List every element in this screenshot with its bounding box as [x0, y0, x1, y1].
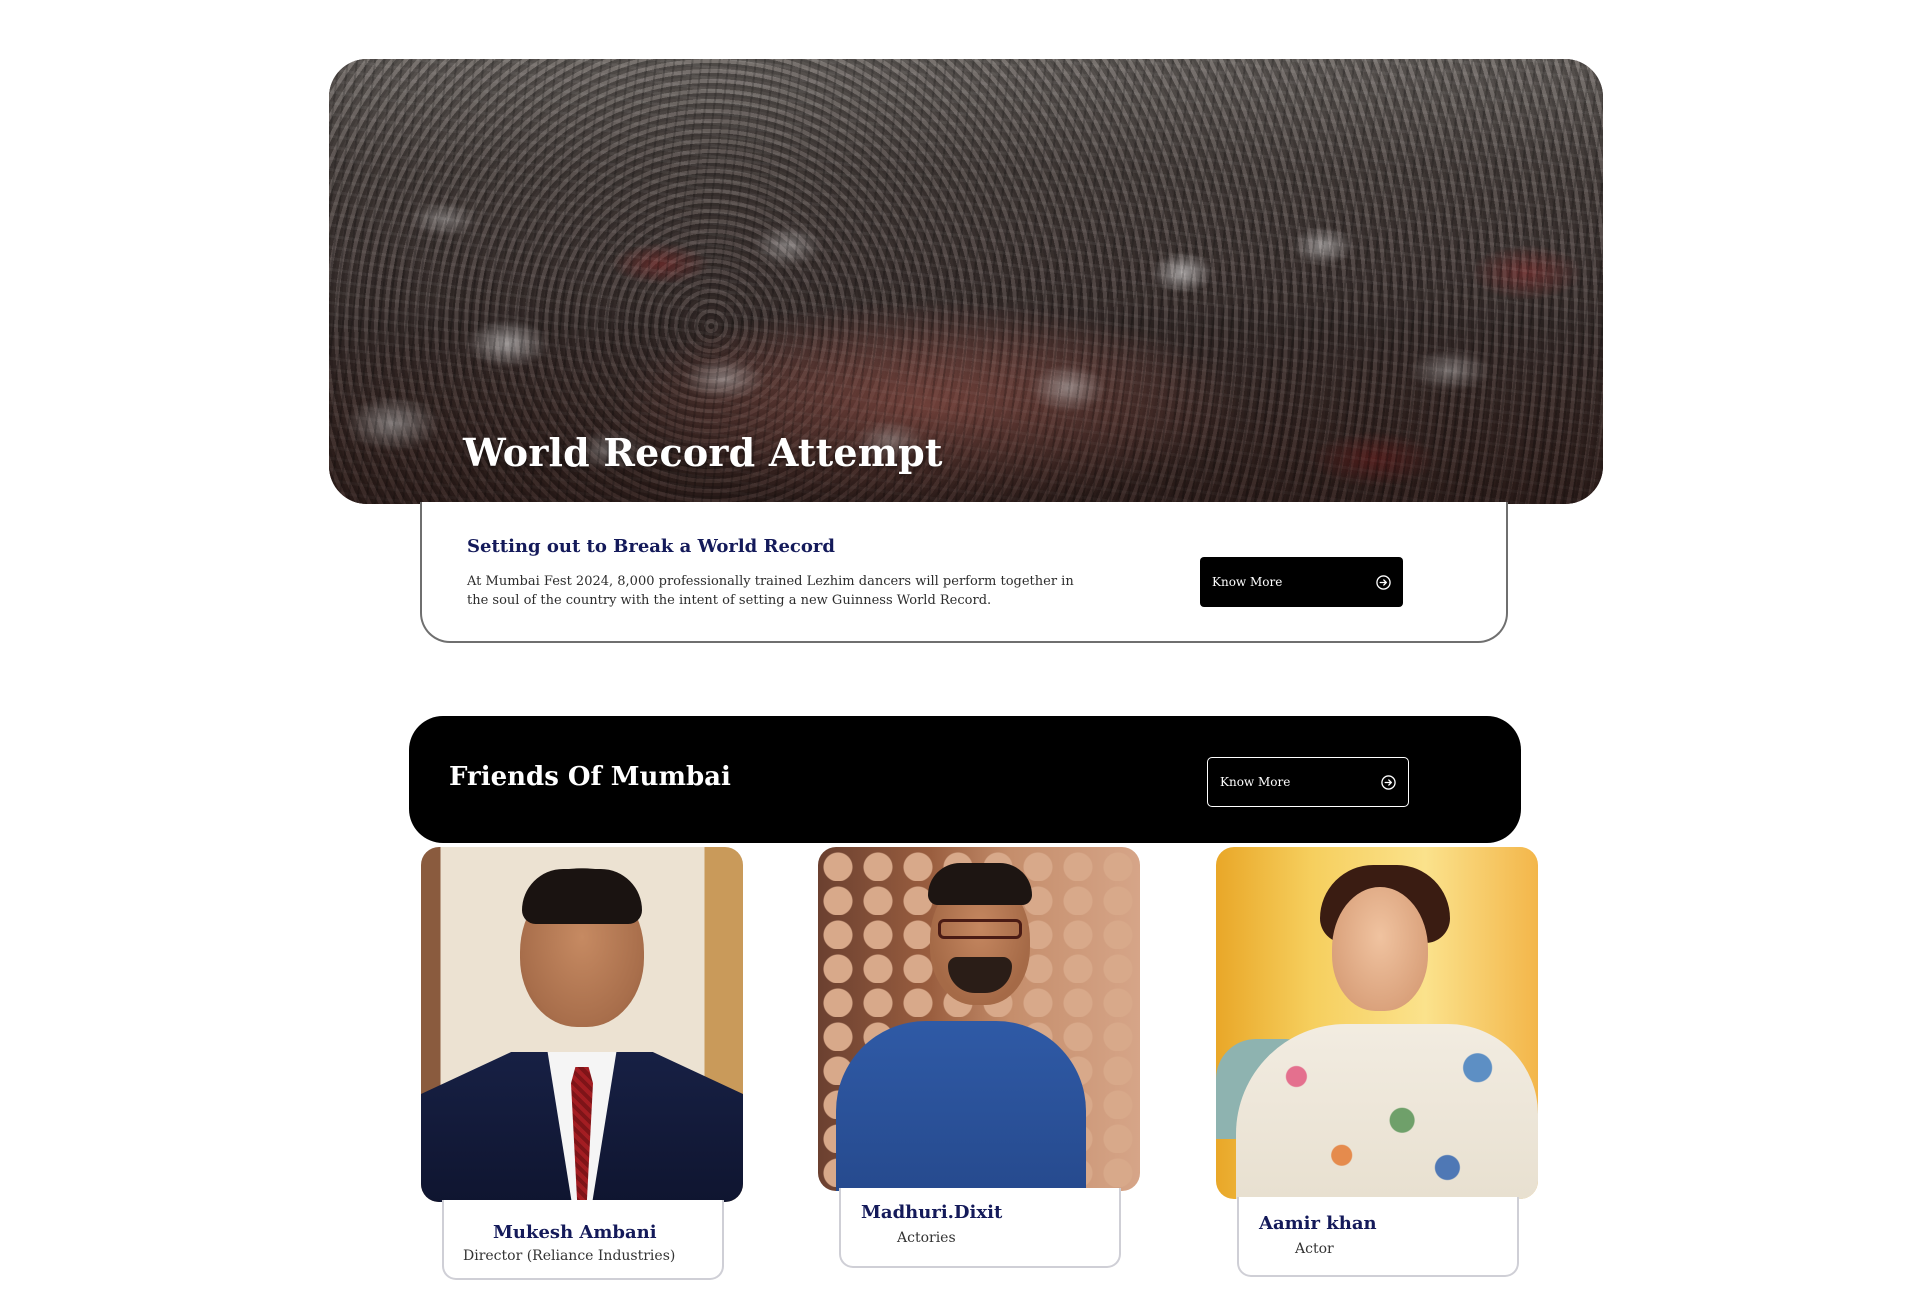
know-more-label: Know More: [1212, 575, 1283, 589]
person-photo: [818, 847, 1140, 1191]
person-role: Actories: [897, 1230, 956, 1246]
know-more-button[interactable]: Know More: [1200, 557, 1403, 607]
friends-of-mumbai-bar: Friends Of Mumbai Know More: [409, 716, 1521, 843]
world-record-info-card: Setting out to Break a World Record At M…: [420, 502, 1508, 643]
person-role: Actor: [1295, 1241, 1334, 1257]
hero-title: World Record Attempt: [463, 430, 943, 475]
person-name-card: Mukesh Ambani Director (Reliance Industr…: [442, 1200, 724, 1280]
person-name: Madhuri.Dixit: [861, 1202, 1003, 1223]
person-photo: [421, 847, 743, 1202]
person-role: Director (Reliance Industries): [463, 1248, 676, 1264]
person-name: Aamir khan: [1259, 1213, 1377, 1234]
friends-title: Friends Of Mumbai: [449, 762, 731, 792]
friends-know-more-button[interactable]: Know More: [1207, 757, 1409, 807]
person-name-card: Madhuri.Dixit Actories: [839, 1188, 1121, 1268]
info-description: At Mumbai Fest 2024, 8,000 professionall…: [467, 574, 1074, 608]
hero-banner: World Record Attempt: [329, 59, 1603, 504]
arrow-right-circle-icon: [1376, 574, 1391, 590]
arrow-right-circle-icon: [1381, 774, 1396, 790]
person-photo: [1216, 847, 1538, 1199]
info-heading: Setting out to Break a World Record: [467, 536, 835, 557]
friends-know-more-label: Know More: [1220, 775, 1291, 789]
person-name: Mukesh Ambani: [493, 1222, 657, 1243]
person-name-card: Aamir khan Actor: [1237, 1197, 1519, 1277]
